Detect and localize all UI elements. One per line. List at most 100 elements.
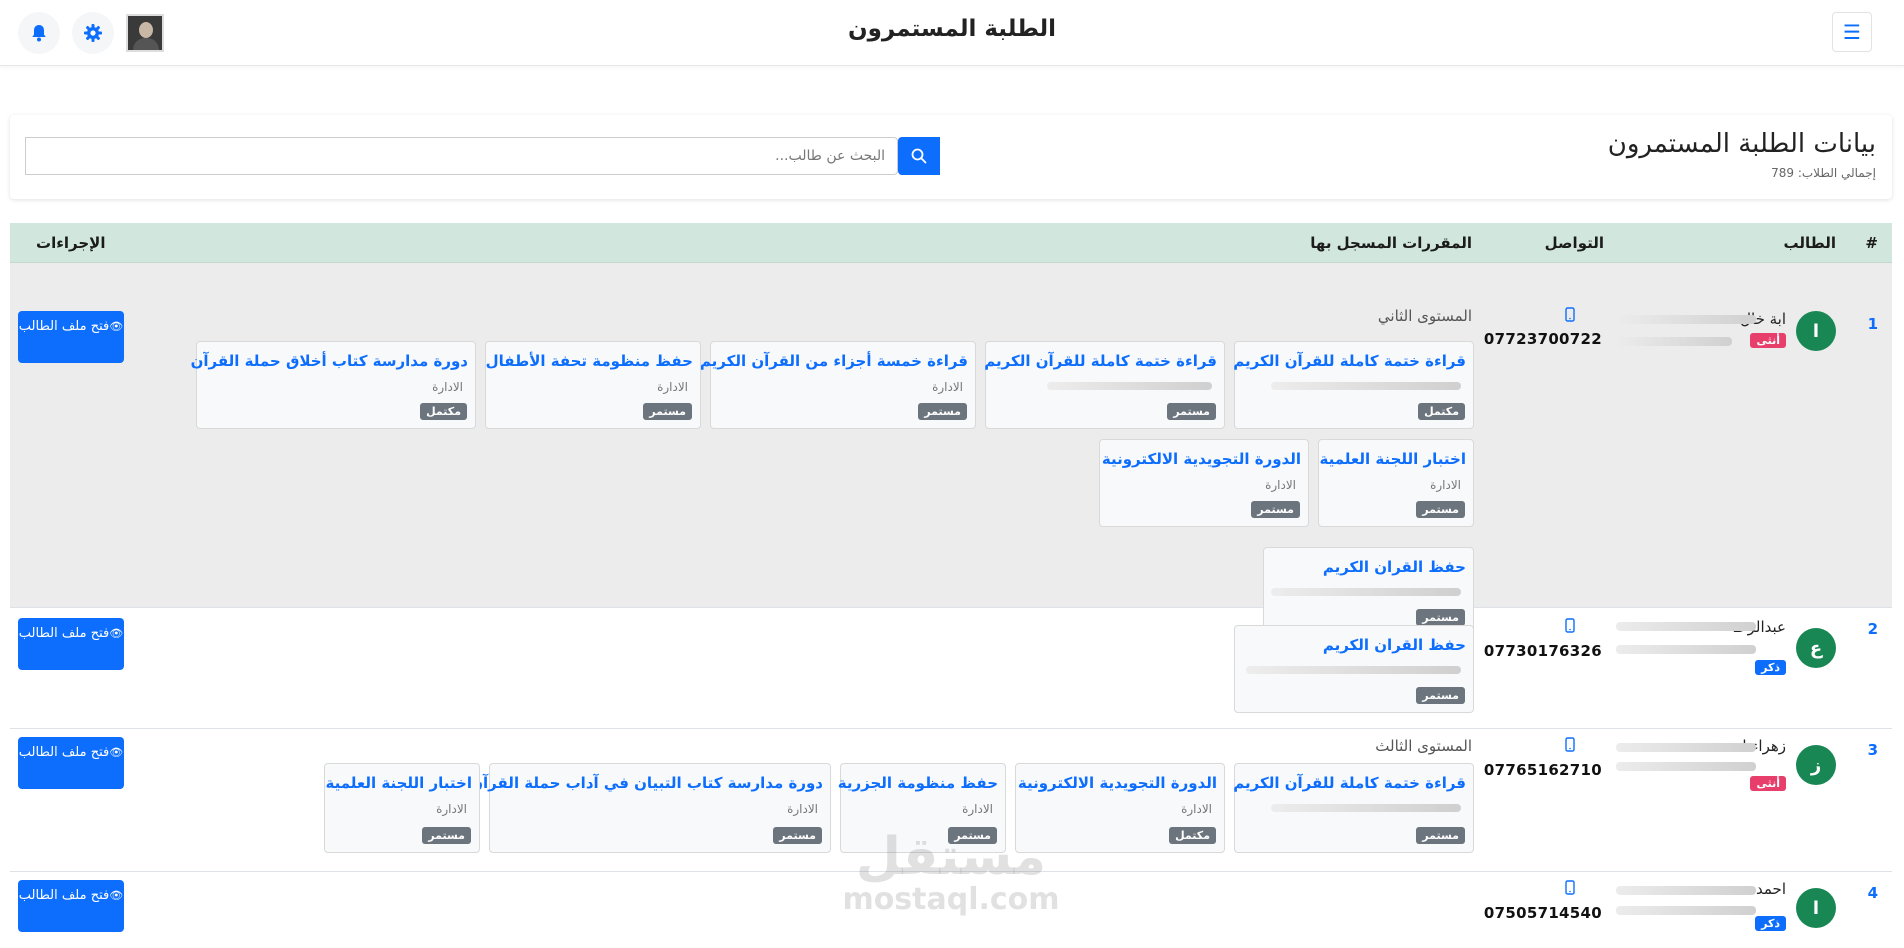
phone-icon[interactable] bbox=[1565, 737, 1575, 756]
course-card[interactable]: دورة مدارسة كتاب التبيان في آداب حملة ال… bbox=[470, 763, 831, 853]
level-label: المستوى الثاني bbox=[1377, 307, 1472, 325]
student-avatar: ا bbox=[1796, 311, 1836, 351]
notifications-button[interactable] bbox=[18, 12, 60, 54]
course-card[interactable]: الدورة التجويدية الالكترونية الادارة مست… bbox=[1099, 439, 1309, 527]
open-student-file-button[interactable]: 👁فتح ملف الطالب bbox=[18, 880, 124, 932]
course-status-badge: مستمر bbox=[1416, 501, 1465, 518]
col-header-courses: المقررات المسجل بها bbox=[1310, 234, 1472, 252]
redacted-text bbox=[1616, 315, 1756, 324]
course-status-badge: مكتمل bbox=[1418, 403, 1465, 420]
redacted-text bbox=[1616, 743, 1756, 752]
course-status-badge: مكتمل bbox=[1169, 827, 1216, 844]
redacted-text bbox=[1246, 666, 1461, 674]
course-title: الدورة التجويدية الالكترونية bbox=[1017, 774, 1217, 792]
table-header: # الطالب التواصل المقررات المسجل بها الإ… bbox=[10, 223, 1892, 263]
level-label: المستوى الثالث bbox=[1375, 737, 1472, 755]
course-card[interactable]: قراءة خمسة أجزاء من القرآن الكريم الادار… bbox=[700, 341, 976, 429]
row-number: 3 bbox=[1867, 741, 1878, 759]
search-group bbox=[25, 137, 940, 175]
course-status-badge: مستمر bbox=[643, 403, 692, 420]
course-status-badge: مستمر bbox=[1416, 827, 1465, 844]
phone-number: 07730176326 bbox=[1483, 642, 1602, 660]
row-number: 4 bbox=[1867, 884, 1878, 902]
table-row: 2 ع عبدالرحـ ذكر 07730176326 حفظ القران … bbox=[10, 608, 1892, 729]
redacted-text bbox=[1616, 762, 1756, 771]
user-avatar[interactable] bbox=[126, 14, 164, 52]
students-header-card: بيانات الطلبة المستمرون إجمالي الطلاب: 7… bbox=[10, 115, 1892, 199]
course-status-badge: مستمر bbox=[1167, 403, 1216, 420]
top-icons-group bbox=[18, 12, 164, 54]
open-student-file-button[interactable]: 👁فتح ملف الطالب bbox=[18, 311, 124, 363]
course-title: حفظ القران الكريم bbox=[1322, 636, 1466, 654]
eye-icon: 👁 bbox=[109, 889, 124, 902]
redacted-text bbox=[1616, 906, 1756, 915]
course-card[interactable]: حفظ منظومة الجزرية الادارة مستمر bbox=[837, 763, 1006, 853]
settings-button[interactable] bbox=[72, 12, 114, 54]
course-card[interactable]: حفظ القران الكريم مستمر bbox=[1234, 625, 1474, 713]
row-number: 1 bbox=[1867, 315, 1878, 333]
course-title: قراءة ختمة كاملة للقرآن الكريم bbox=[1233, 352, 1466, 370]
student-avatar: ز bbox=[1796, 745, 1836, 785]
course-source: الادارة bbox=[1265, 478, 1296, 492]
redacted-text bbox=[1616, 622, 1756, 631]
redacted-text bbox=[1271, 382, 1461, 390]
col-header-num: # bbox=[1865, 234, 1878, 252]
course-source: الادارة bbox=[787, 802, 818, 816]
gear-icon bbox=[84, 24, 102, 42]
course-card[interactable]: قراءة ختمة كاملة للقرآن الكريم مستمر bbox=[1233, 763, 1474, 853]
phone-icon[interactable] bbox=[1565, 880, 1575, 899]
redacted-text bbox=[1616, 886, 1756, 895]
course-title: حفظ منظومة الجزرية bbox=[837, 774, 998, 792]
course-card[interactable]: اختبار اللجنة العلمية الادارة مستمر bbox=[324, 763, 480, 853]
page-title: الطلبة المستمرون bbox=[847, 16, 1057, 42]
course-card[interactable]: اختبار اللجنة العلمية الادارة مستمر bbox=[1318, 439, 1474, 527]
course-status-badge: مستمر bbox=[1416, 687, 1465, 704]
course-card[interactable]: قراءة ختمة كاملة للقرآن الكريم مستمر bbox=[984, 341, 1225, 429]
course-title: قراءة ختمة كاملة للقرآن الكريم bbox=[984, 352, 1217, 370]
course-card[interactable]: الدورة التجويدية الالكترونية الادارة مكت… bbox=[1015, 763, 1225, 853]
student-avatar: ع bbox=[1796, 628, 1836, 668]
course-status-badge: مستمر bbox=[948, 827, 997, 844]
course-title: قراءة ختمة كاملة للقرآن الكريم bbox=[1233, 774, 1466, 792]
course-status-badge: مستمر bbox=[773, 827, 822, 844]
course-status-badge: مكتمل bbox=[420, 403, 467, 420]
course-card[interactable]: قراءة ختمة كاملة للقرآن الكريم مكتمل bbox=[1233, 341, 1474, 429]
search-icon bbox=[911, 148, 927, 164]
course-source: الادارة bbox=[432, 380, 463, 394]
redacted-text bbox=[1271, 588, 1461, 596]
redacted-text bbox=[1271, 804, 1461, 812]
course-title: حفظ القران الكريم bbox=[1322, 558, 1466, 576]
phone-icon[interactable] bbox=[1565, 618, 1575, 637]
phone-icon[interactable] bbox=[1565, 307, 1575, 326]
gender-badge: أنثى bbox=[1750, 776, 1786, 791]
eye-icon: 👁 bbox=[109, 627, 124, 640]
redacted-text bbox=[1047, 382, 1212, 390]
open-student-file-button[interactable]: 👁فتح ملف الطالب bbox=[18, 618, 124, 670]
redacted-text bbox=[1616, 645, 1756, 654]
gender-badge: أنثى bbox=[1750, 333, 1786, 348]
open-student-file-button[interactable]: 👁فتح ملف الطالب bbox=[18, 737, 124, 789]
table-row: 4 ا احمد ء ذكر 07505714540 👁فتح ملف الطا… bbox=[10, 872, 1892, 948]
search-button[interactable] bbox=[898, 137, 940, 175]
course-title: دورة مدارسة كتاب التبيان في آداب حملة ال… bbox=[470, 774, 823, 792]
table-row: 3 ز زهراء ا أنثى 07765162710 المستوى الث… bbox=[10, 729, 1892, 872]
eye-icon: 👁 bbox=[109, 320, 124, 333]
students-table: # الطالب التواصل المقررات المسجل بها الإ… bbox=[10, 223, 1892, 948]
course-source: الادارة bbox=[436, 802, 467, 816]
phone-number: 07765162710 bbox=[1483, 761, 1602, 779]
gender-badge: ذكر bbox=[1755, 916, 1786, 931]
course-status-badge: مستمر bbox=[422, 827, 471, 844]
course-card[interactable]: دورة مدارسة كتاب أخلاق حملة القرآن الادا… bbox=[191, 341, 476, 429]
course-title: الدورة التجويدية الالكترونية bbox=[1101, 450, 1301, 468]
total-students-count: إجمالي الطلاب: 789 bbox=[1771, 166, 1876, 180]
course-card[interactable]: حفظ منظومة تحفة الأطفال الادارة مستمر bbox=[485, 341, 701, 429]
table-row: 1 ا ابة خال أنثى 07723700722 المستوى الث… bbox=[10, 263, 1892, 635]
top-navbar: ☰ الطلبة المستمرون bbox=[0, 0, 1904, 66]
eye-icon: 👁 bbox=[109, 746, 124, 759]
phone-number: 07723700722 bbox=[1483, 330, 1602, 348]
phone-number: 07505714540 bbox=[1483, 904, 1602, 922]
course-source: الادارة bbox=[962, 802, 993, 816]
search-input[interactable] bbox=[25, 137, 898, 175]
section-title: بيانات الطلبة المستمرون bbox=[1607, 129, 1876, 159]
col-header-contact: التواصل bbox=[1544, 234, 1604, 252]
